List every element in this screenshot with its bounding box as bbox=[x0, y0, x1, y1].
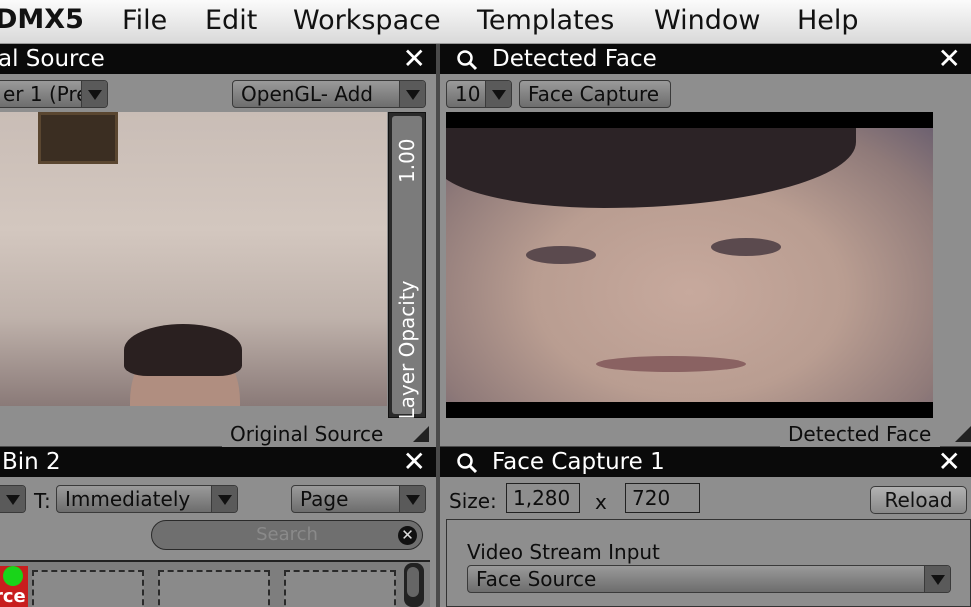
face-image bbox=[446, 128, 933, 402]
bin-cell-label: rce bbox=[0, 586, 26, 607]
app-menu[interactable]: DMX5 bbox=[0, 4, 84, 35]
face-eye bbox=[526, 246, 596, 264]
height-field[interactable]: 720 bbox=[625, 483, 700, 513]
menu-bar: DMX5 File Edit Workspace Templates Windo… bbox=[0, 0, 971, 44]
chevron-down-icon bbox=[81, 81, 107, 107]
reload-button[interactable]: Reload bbox=[870, 486, 967, 514]
detected-face-video bbox=[446, 112, 933, 418]
menu-file[interactable]: File bbox=[122, 5, 167, 36]
menu-templates[interactable]: Templates bbox=[477, 5, 614, 36]
bin-cell-empty[interactable] bbox=[158, 570, 270, 607]
original-source-titlebar: al Source ✕ bbox=[0, 44, 436, 74]
picture-frame bbox=[38, 112, 118, 164]
bin-cell-empty[interactable] bbox=[32, 570, 144, 607]
status-indicator bbox=[3, 566, 23, 586]
blend-mode-value: OpenGL- Add bbox=[241, 82, 374, 106]
bin-first-select[interactable]: e bbox=[0, 485, 26, 513]
page-select[interactable]: Page bbox=[291, 485, 426, 513]
size-select[interactable]: 10 bbox=[446, 80, 512, 108]
face-capture-select[interactable]: Face Capture bbox=[519, 80, 671, 108]
panel-title: al Source bbox=[0, 46, 105, 72]
original-source-video bbox=[0, 112, 387, 406]
x-label: x bbox=[595, 490, 607, 514]
face-eye bbox=[711, 238, 781, 256]
close-icon[interactable]: ✕ bbox=[403, 44, 426, 74]
face-mouth bbox=[596, 356, 746, 372]
menu-workspace[interactable]: Workspace bbox=[293, 5, 441, 36]
video-stream-input-label: Video Stream Input bbox=[467, 540, 660, 564]
trigger-label: T: bbox=[34, 489, 51, 513]
video-stream-input-select[interactable]: Face Source bbox=[467, 565, 951, 593]
search-placeholder: Search bbox=[256, 524, 318, 545]
opacity-value: 1.00 bbox=[395, 138, 419, 183]
bin-scrollbar[interactable] bbox=[404, 563, 424, 607]
close-icon[interactable]: ✕ bbox=[938, 447, 961, 477]
scroll-thumb[interactable] bbox=[407, 567, 419, 597]
page-select-value: Page bbox=[300, 487, 349, 511]
chevron-down-icon bbox=[924, 566, 950, 592]
width-field[interactable]: 1,280 bbox=[506, 483, 580, 513]
close-icon[interactable]: ✕ bbox=[403, 447, 426, 477]
layer-opacity-slider[interactable]: 1.00 Layer Opacity bbox=[388, 112, 426, 420]
face-hair bbox=[446, 128, 856, 208]
trigger-select[interactable]: Immediately bbox=[56, 485, 238, 513]
chevron-down-icon bbox=[399, 486, 425, 512]
clear-search-icon[interactable]: ✕ bbox=[398, 526, 417, 545]
close-icon[interactable]: ✕ bbox=[938, 44, 961, 74]
bin-cell-empty[interactable] bbox=[284, 570, 396, 607]
detected-face-tab[interactable]: Detected Face bbox=[780, 421, 940, 447]
menu-edit[interactable]: Edit bbox=[205, 5, 257, 36]
chevron-down-icon bbox=[211, 486, 237, 512]
panel-title: Face Capture 1 bbox=[492, 449, 665, 475]
resize-grip-icon[interactable] bbox=[413, 426, 429, 442]
face-capture-select-value: Face Capture bbox=[528, 82, 660, 106]
person-hair bbox=[124, 324, 242, 376]
panel-title: Bin 2 bbox=[2, 449, 61, 475]
trigger-select-value: Immediately bbox=[65, 487, 191, 511]
resize-grip-icon[interactable] bbox=[955, 426, 971, 442]
chevron-down-icon bbox=[399, 81, 425, 107]
search-icon bbox=[457, 453, 478, 474]
detected-face-titlebar: Detected Face ✕ bbox=[440, 44, 971, 74]
menu-window[interactable]: Window bbox=[654, 5, 760, 36]
original-source-tab[interactable]: Original Source bbox=[222, 421, 436, 447]
size-select-value: 10 bbox=[455, 82, 481, 106]
layer-select[interactable]: er 1 (Pre-F bbox=[0, 80, 108, 108]
video-stream-input-value: Face Source bbox=[476, 567, 597, 591]
size-label: Size: bbox=[449, 489, 497, 513]
chevron-down-icon bbox=[0, 486, 25, 512]
blend-mode-select[interactable]: OpenGL- Add bbox=[232, 80, 426, 108]
search-icon bbox=[457, 50, 478, 71]
chevron-down-icon bbox=[485, 81, 511, 107]
opacity-label: Layer Opacity bbox=[395, 280, 419, 420]
face-capture-titlebar: Face Capture 1 ✕ bbox=[440, 447, 971, 477]
menu-help[interactable]: Help bbox=[797, 5, 859, 36]
panel-title: Detected Face bbox=[492, 46, 657, 72]
search-input[interactable]: Search ✕ bbox=[151, 520, 423, 550]
bin-titlebar: Bin 2 ✕ bbox=[0, 447, 436, 477]
